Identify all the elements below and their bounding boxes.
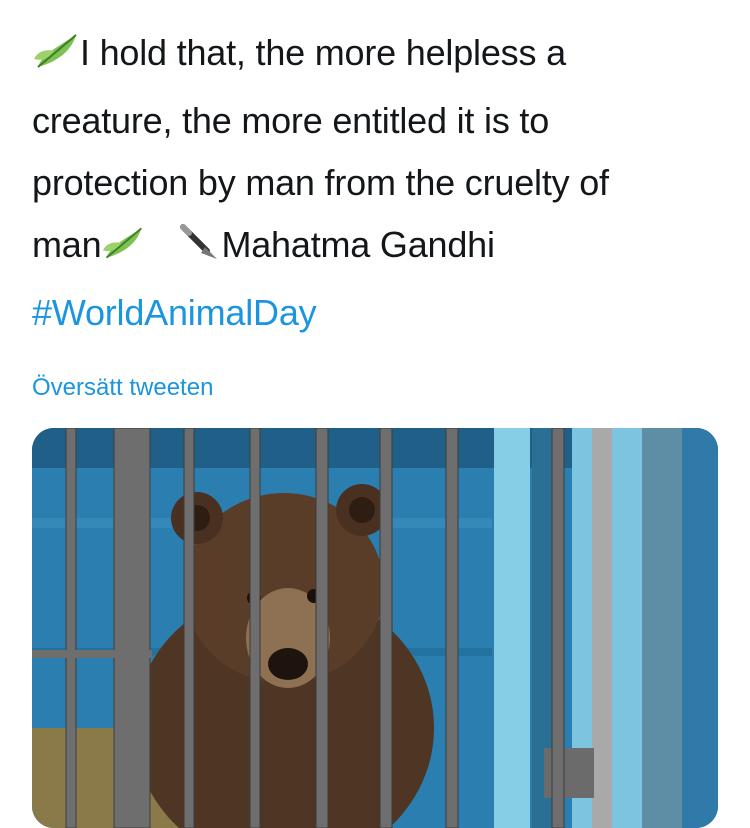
tweet-author: Mahatma Gandhi xyxy=(221,224,495,265)
caged-bear-image xyxy=(32,428,718,828)
tweet-text: I hold that, the more helpless a creatur… xyxy=(32,22,732,344)
tweet-line-4: man Mahatma Gandhi xyxy=(32,214,732,282)
tweet-line-1: I hold that, the more helpless a xyxy=(32,22,732,90)
tweet-line-2: creature, the more entitled it is to xyxy=(32,100,550,141)
herb-icon xyxy=(32,28,80,90)
tweet-line-4-word: man xyxy=(32,224,102,265)
tweet-media-image[interactable] xyxy=(32,428,718,828)
tweet-line-3: protection by man from the cruelty of xyxy=(32,162,609,203)
hashtag-link[interactable]: #WorldAnimalDay xyxy=(32,282,732,344)
tweet-line-1-text: I hold that, the more helpless a xyxy=(80,32,566,73)
translate-tweet-link[interactable]: Översätt tweeten xyxy=(32,374,213,402)
herb-icon xyxy=(101,220,145,282)
fountain-pen-icon xyxy=(177,220,221,282)
